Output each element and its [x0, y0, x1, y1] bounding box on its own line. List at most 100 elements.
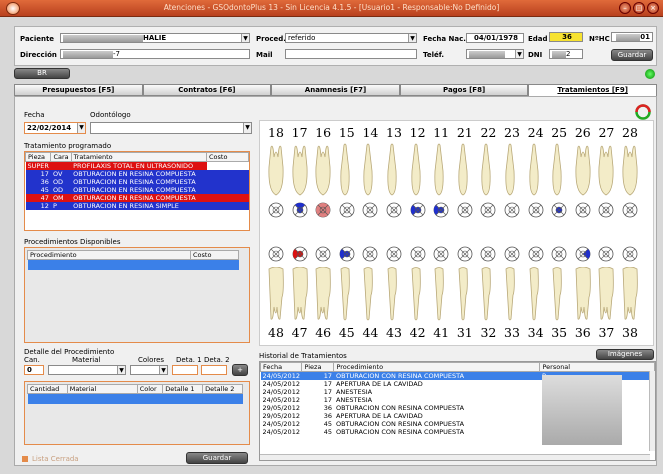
- close-icon[interactable]: ×: [647, 2, 659, 14]
- tooth-46-icon[interactable]: [315, 266, 331, 323]
- tooth-surface-41-icon[interactable]: [433, 246, 449, 262]
- tooth-34-icon[interactable]: [528, 267, 544, 323]
- tooth-surface-46-icon[interactable]: [315, 246, 331, 262]
- tooth-11-icon[interactable]: [433, 143, 449, 199]
- table-row[interactable]: 47 OM OBTURACION EN RESINA COMPUESTA: [25, 194, 249, 202]
- col-procedimiento[interactable]: Procedimiento: [27, 250, 191, 260]
- tooth-surface-13-icon[interactable]: [386, 202, 402, 218]
- tooth-surface-23-icon[interactable]: [504, 202, 520, 218]
- table-row[interactable]: 17 OV OBTURACION EN RESINA COMPUESTA: [25, 170, 249, 178]
- tooth-25-icon[interactable]: [551, 143, 567, 199]
- telef-field[interactable]: ▼: [466, 49, 524, 59]
- col-color[interactable]: Color: [136, 384, 164, 394]
- tooth-32-icon[interactable]: [480, 267, 496, 323]
- direccion-field[interactable]: -7: [60, 49, 250, 59]
- paciente-field[interactable]: HALIE ▼: [60, 33, 250, 43]
- table-row[interactable]: 45 OD OBTURACION EN RESINA COMPUESTA: [25, 186, 249, 194]
- minimize-icon[interactable]: –: [619, 2, 631, 14]
- tooth-45-icon[interactable]: [339, 267, 355, 323]
- col-tratamiento[interactable]: Tratamiento: [70, 152, 208, 162]
- tooth-surface-21-icon[interactable]: [457, 202, 473, 218]
- cantidad-input[interactable]: 0: [24, 365, 44, 375]
- tooth-surface-36-icon[interactable]: [575, 246, 591, 262]
- chevron-down-icon[interactable]: ▼: [515, 50, 523, 58]
- mail-field[interactable]: [285, 49, 417, 59]
- tooth-surface-11-icon[interactable]: [433, 202, 449, 218]
- tooth-48-icon[interactable]: [268, 266, 284, 323]
- tooth-surface-45-icon[interactable]: [339, 246, 355, 262]
- tooth-surface-15-icon[interactable]: [339, 202, 355, 218]
- tooth-surface-34-icon[interactable]: [528, 246, 544, 262]
- tab-pagos[interactable]: Pagos [F8]: [399, 84, 529, 96]
- maximize-icon[interactable]: □: [633, 2, 645, 14]
- tooth-37-icon[interactable]: [598, 266, 615, 323]
- tooth-26-icon[interactable]: [575, 143, 591, 199]
- tooth-surface-17-icon[interactable]: [292, 202, 308, 218]
- chevron-down-icon[interactable]: ▼: [117, 366, 125, 374]
- col-personal[interactable]: Personal: [539, 362, 655, 372]
- tooth-41-icon[interactable]: [433, 267, 449, 323]
- tooth-22-icon[interactable]: [480, 143, 496, 199]
- horizontal-scrollbar[interactable]: [260, 454, 650, 460]
- refresh-icon[interactable]: [634, 104, 652, 120]
- tooth-surface-25-icon[interactable]: [551, 202, 567, 218]
- deta2-input[interactable]: [201, 365, 227, 375]
- col-detalle2[interactable]: Detalle 2: [202, 384, 243, 394]
- tooth-surface-26-icon[interactable]: [575, 202, 591, 218]
- tooth-surface-16-icon[interactable]: [315, 202, 331, 218]
- tooth-surface-38-icon[interactable]: [622, 246, 638, 262]
- tooth-24-icon[interactable]: [528, 143, 544, 199]
- table-row[interactable]: SUPER PROFILAXIS TOTAL EN ULTRASONIDO: [25, 161, 249, 170]
- imagenes-button[interactable]: Imágenes: [596, 349, 654, 360]
- tooth-27-icon[interactable]: [598, 143, 614, 199]
- tooth-surface-35-icon[interactable]: [551, 246, 567, 262]
- colores-select[interactable]: ▼: [130, 365, 168, 375]
- tooth-surface-22-icon[interactable]: [480, 202, 496, 218]
- dni-field[interactable]: 2: [549, 49, 583, 59]
- guardar-detail-button[interactable]: Guardar: [186, 452, 248, 464]
- table-row[interactable]: 12 P OBTURACION EN RESINA SIMPLE: [25, 202, 249, 210]
- tooth-surface-18-icon[interactable]: [268, 202, 284, 218]
- tooth-21-icon[interactable]: [457, 143, 473, 199]
- tooth-surface-42-icon[interactable]: [410, 246, 426, 262]
- tab-contratos[interactable]: Contratos [F6]: [142, 84, 272, 96]
- col-pieza[interactable]: Pieza: [301, 362, 335, 372]
- col-cara[interactable]: Cara: [50, 152, 72, 162]
- tooth-31-icon[interactable]: [457, 267, 473, 323]
- deta1-input[interactable]: [172, 365, 198, 375]
- tooth-surface-48-icon[interactable]: [268, 246, 284, 262]
- col-fecha[interactable]: Fecha: [259, 362, 303, 372]
- add-detail-button[interactable]: +: [232, 364, 248, 376]
- tooth-43-icon[interactable]: [386, 267, 402, 323]
- tooth-14-icon[interactable]: [362, 143, 378, 199]
- tab-tratamientos[interactable]: Tratamientos [F9]: [528, 84, 657, 96]
- tooth-surface-33-icon[interactable]: [504, 246, 520, 262]
- nhc-field[interactable]: 01: [611, 32, 653, 42]
- tooth-18-icon[interactable]: [268, 143, 284, 199]
- fecha-nac-field[interactable]: 04/01/1978: [466, 33, 524, 43]
- tooth-44-icon[interactable]: [362, 267, 378, 323]
- tooth-surface-44-icon[interactable]: [362, 246, 378, 262]
- tooth-35-icon[interactable]: [551, 267, 567, 323]
- col-costo[interactable]: Costo: [206, 152, 249, 162]
- chevron-down-icon[interactable]: ▼: [243, 123, 251, 133]
- guardar-patient-button[interactable]: Guardar: [611, 49, 653, 61]
- tooth-13-icon[interactable]: [386, 143, 402, 199]
- proced-field[interactable]: referido ▼: [285, 33, 417, 43]
- chevron-down-icon[interactable]: ▼: [408, 34, 416, 42]
- table-row[interactable]: [27, 259, 239, 270]
- tooth-23-icon[interactable]: [504, 143, 520, 199]
- tooth-42-icon[interactable]: [410, 267, 426, 323]
- tooth-16-icon[interactable]: [315, 143, 331, 199]
- tooth-38-icon[interactable]: [622, 266, 638, 323]
- tooth-36-icon[interactable]: [575, 266, 591, 323]
- tooth-33-icon[interactable]: [504, 267, 520, 323]
- chevron-down-icon[interactable]: ▼: [77, 123, 85, 133]
- status-checkbox[interactable]: [22, 456, 28, 462]
- vertical-scrollbar[interactable]: [649, 371, 655, 451]
- tab-anamnesis[interactable]: Anamnesis [F7]: [271, 84, 400, 96]
- fecha-field[interactable]: 22/02/2014 ▼: [24, 122, 86, 134]
- table-row[interactable]: [27, 393, 243, 404]
- col-detalle1[interactable]: Detalle 1: [162, 384, 204, 394]
- col-procedimiento[interactable]: Procedimiento: [333, 362, 541, 372]
